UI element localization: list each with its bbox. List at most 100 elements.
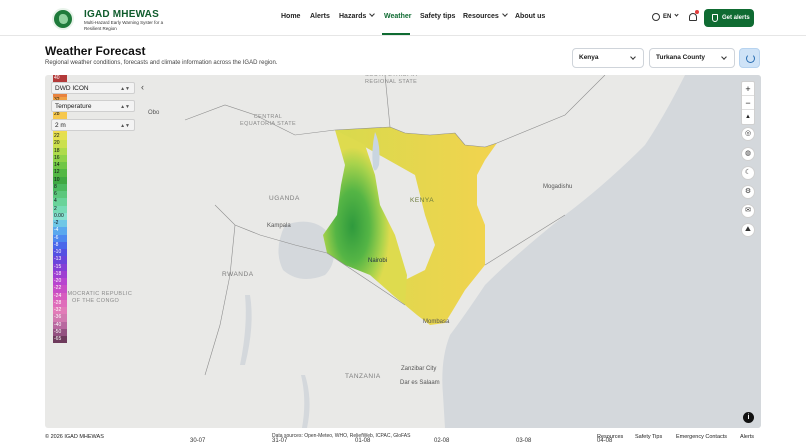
label-mogadishu: Mogadishu [543,184,573,190]
indian-ocean-shape [442,75,761,428]
zoom-in-button[interactable]: + [742,82,754,96]
chevron-down-icon [674,12,679,17]
legend-entry: 6 [53,191,67,199]
label-mombasa: Mombasa [423,319,450,325]
variable-select[interactable]: Temperature ▲▼ [51,100,135,112]
chevron-down-icon [721,54,727,60]
label-zanzibar: Zanzibar City [401,366,437,372]
updown-icon: ▲▼ [120,123,130,129]
locate-icon[interactable]: ◎ [741,127,755,141]
legend-entry: 12 [53,169,67,177]
legend-entry: -22 [53,285,67,293]
label-south-ethiopia: SOUTH ETHIOPIA REGIONAL STATE [365,75,418,85]
settings-icon[interactable]: ⚙ [741,185,755,199]
legend-entry: -18 [53,270,67,278]
refresh-button[interactable] [739,48,760,68]
terrain-icon[interactable]: ⛰ [741,223,755,237]
label-drc: DEMOCRATIC REPUBLIC OF THE CONGO [59,291,133,304]
chat-icon[interactable]: ✉ [741,204,755,218]
nav-hazards[interactable]: Hazards [339,11,376,20]
label-central-equatoria: CENTRAL EQUATORIA STATE [240,114,297,127]
globe-layer-icon[interactable]: ◍ [741,147,755,161]
map-canvas[interactable] [45,75,761,428]
collapse-panel-icon[interactable]: ‹ [141,82,144,92]
legend-entry: -36 [53,314,67,322]
timeline-tick[interactable]: 02-08 [434,438,449,444]
nav-home[interactable]: Home [281,13,300,20]
country-select-value: Kenya [579,54,599,61]
nav-resources[interactable]: Resources [463,11,508,20]
top-navbar: IGAD MHEWAS Multi-Hazard Early Warning S… [0,0,806,36]
label-rwanda: RWANDA [222,271,254,278]
label-kenya: KENYA [410,197,435,204]
nav-safety-tips[interactable]: Safety tips [420,13,455,20]
lake-tanganyika-shape [240,295,252,365]
nav-hazards-label: Hazards [339,13,367,20]
igad-logo-icon[interactable] [52,8,74,30]
zoom-controls: + − ▲ [741,81,755,125]
label-obo: Obo [148,110,160,116]
nav-about-us[interactable]: About us [515,13,545,20]
timeline-tick[interactable]: 03-08 [516,438,531,444]
updown-icon: ▲▼ [120,104,130,110]
language-selector[interactable]: EN [663,12,679,20]
legend-entry: -65 [53,336,67,344]
legend-entry: 0.00 [53,212,67,220]
footer: © 2026 IGAD MHEWAS 30-07 31-07 01-08 02-… [0,428,806,448]
legend-entry: -20 [53,278,67,286]
brand[interactable]: IGAD MHEWAS Multi-Hazard Early Warning S… [84,9,164,31]
moon-icon[interactable]: ☾ [741,166,755,180]
legend-entry: -8 [53,241,67,249]
nav-active-indicator [382,33,410,35]
nav-alerts[interactable]: Alerts [310,13,330,20]
footer-link-safety-tips[interactable]: Safety Tips [635,434,662,440]
legend-entry: -6 [53,234,67,242]
footer-link-resources[interactable]: Resources [597,434,623,440]
get-alerts-label: Get alerts [722,15,750,21]
nav-weather[interactable]: Weather [384,13,412,20]
label-tanzania: TANZANIA [345,373,381,380]
chevron-down-icon [630,54,636,60]
legend-entry: -40 [53,321,67,329]
globe-icon[interactable] [652,13,660,21]
brand-subtitle: Multi-Hazard Early Warning Syster for a … [84,20,164,31]
weather-map[interactable]: SOUTH ETHIOPIA REGIONAL STATE CENTRAL EQUA… [45,75,761,428]
label-dar-es-salaam: Dar es Salaam [400,380,440,386]
country-select[interactable]: Kenya [572,48,644,68]
label-nairobi: Nairobi [368,258,388,264]
legend-entry: 22 [53,133,67,141]
zoom-out-button[interactable]: − [742,96,754,110]
language-label: EN [663,14,672,20]
compass-icon[interactable]: ▲ [742,110,754,124]
legend-entry: -13 [53,256,67,264]
legend-entry: 4 [53,198,67,206]
legend-entry: 18 [53,147,67,155]
brand-title: IGAD MHEWAS [84,9,159,20]
label-kampala: Kampala [267,223,291,229]
county-select[interactable]: Turkana County [649,48,735,68]
get-alerts-button[interactable]: Get alerts [704,9,754,27]
legend-entry: 10 [53,176,67,184]
page-title: Weather Forecast [45,44,146,58]
legend-entry: -28 [53,299,67,307]
model-select[interactable]: DWD ICON ▲▼ [51,82,135,94]
height-select[interactable]: 2 m ▲▼ [51,119,135,131]
label-uganda: UGANDA [269,195,300,202]
model-select-value: DWD ICON [55,85,89,92]
legend-entry: 8 [53,183,67,191]
footer-link-alerts[interactable]: Alerts [740,434,754,440]
chevron-down-icon [369,11,376,17]
lake-malawi-shape [301,375,310,428]
updown-icon: ▲▼ [120,86,130,92]
nav-resources-label: Resources [463,13,499,20]
legend-entry: 20 [53,140,67,148]
timeline-tick[interactable]: 30-07 [190,438,205,444]
legend-entry: -32 [53,307,67,315]
variable-select-value: Temperature [55,103,92,110]
bell-icon[interactable] [689,13,697,21]
legend-entry: 2 [53,205,67,213]
info-icon[interactable]: i [743,412,754,423]
chevron-down-icon [501,11,508,17]
footer-link-emergency-contacts[interactable]: Emergency Contacts [676,434,727,440]
height-select-value: 2 m [55,122,66,129]
